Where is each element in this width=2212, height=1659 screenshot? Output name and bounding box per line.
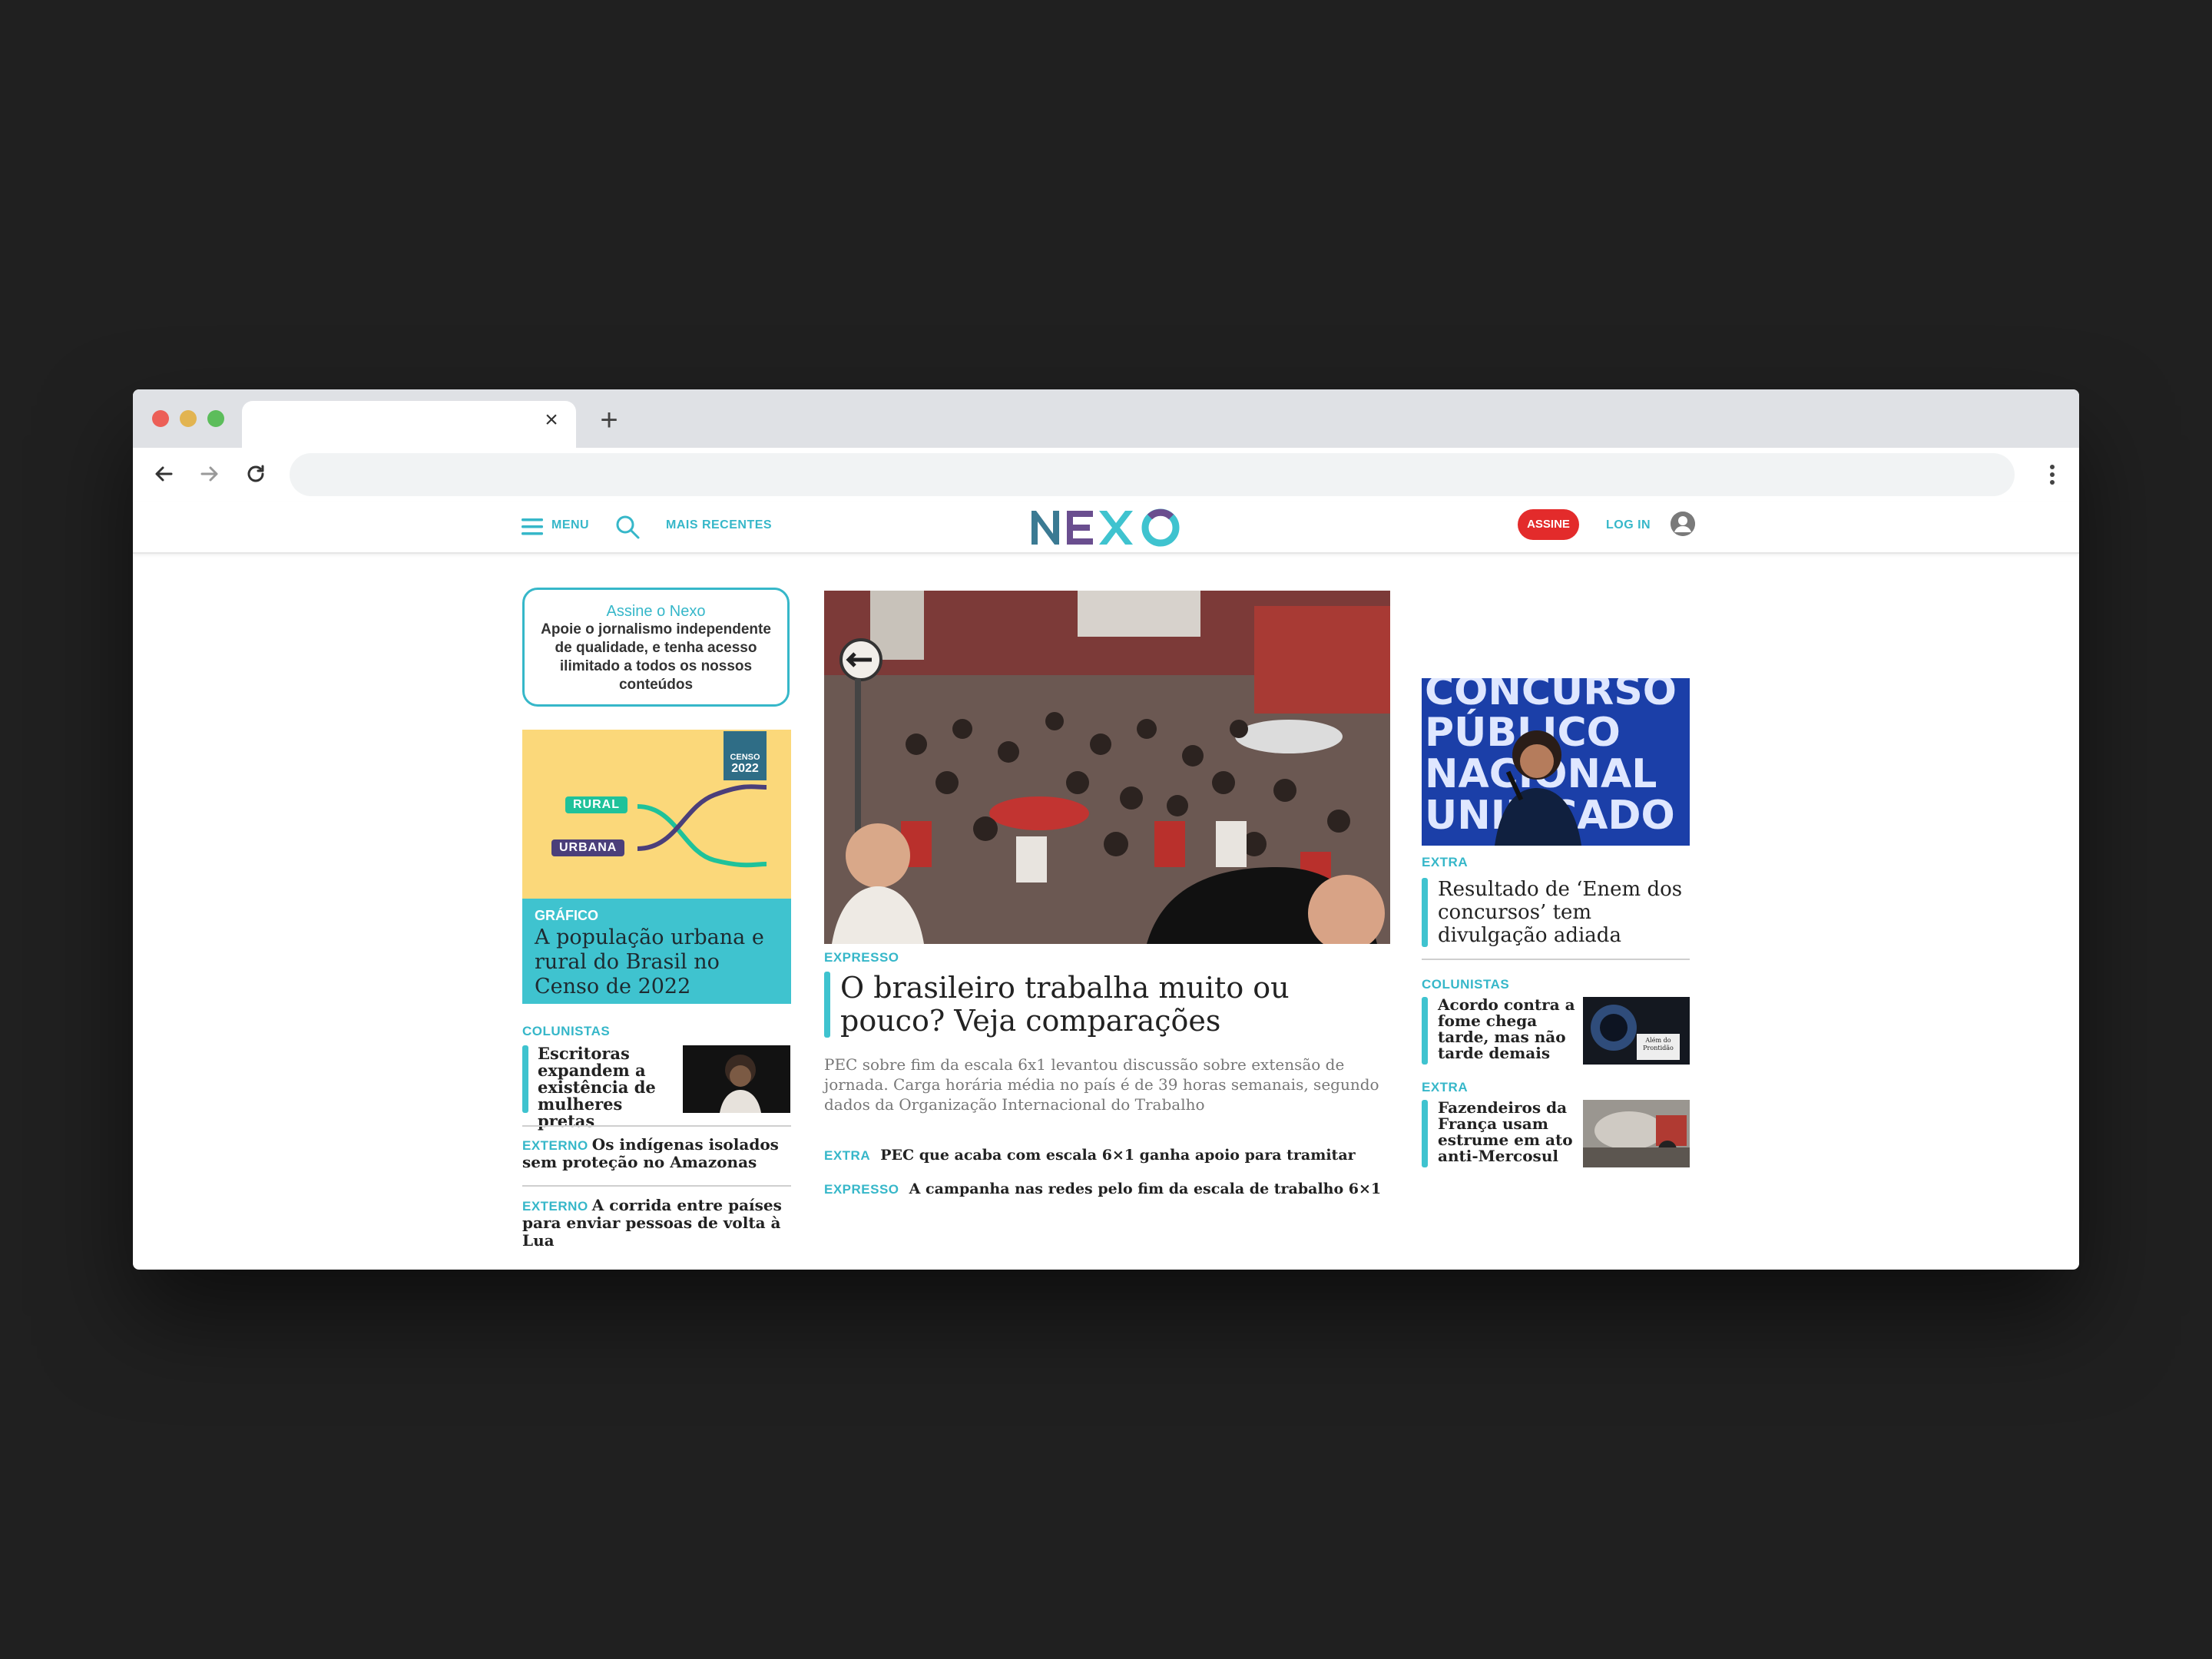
left-external-story-1[interactable]: EXTERNO Os indígenas isolados sem proteç… (522, 1136, 791, 1171)
hunger-photo-thumb[interactable]: Além do Prontidão (1583, 997, 1690, 1065)
lead-label[interactable]: EXPRESSO (824, 950, 899, 965)
tab-close-icon[interactable]: × (538, 407, 565, 433)
external-label: EXTERNO (522, 1138, 588, 1153)
external-label: EXTERNO (522, 1199, 588, 1214)
right-top-label[interactable]: EXTRA (1422, 855, 1468, 870)
nexo-logo[interactable] (1028, 506, 1187, 549)
accent-bar (1422, 1100, 1428, 1167)
related-headline[interactable]: A campanha nas redes pelo fim da escala … (909, 1181, 1382, 1197)
web-page: MENU MAIS RECENTES ASSINE LOG IN Assine … (133, 502, 2079, 1270)
left-columnists-label[interactable]: COLUNISTAS (522, 1024, 610, 1039)
related-story-2[interactable]: EXPRESSO A campanha nas redes pelo fim d… (824, 1181, 1390, 1197)
left-columnist-story[interactable]: Escritoras expandem a existência de mulh… (522, 1045, 684, 1130)
user-icon[interactable] (1671, 512, 1695, 536)
related-label: EXPRESSO (824, 1182, 899, 1197)
census-label: GRÁFICO (535, 908, 598, 923)
thumb-caption: Além do Prontidão (1643, 1037, 1674, 1051)
related-story-1[interactable]: EXTRA PEC que acaba com escala 6×1 ganha… (824, 1147, 1390, 1164)
lead-headline[interactable]: O brasileiro trabalha muito ou pouco? Ve… (840, 972, 1378, 1038)
hamburger-menu-icon[interactable] (522, 517, 543, 537)
census-card-text: GRÁFICO A população urbana e rural do Br… (522, 899, 791, 1004)
menu-link[interactable]: MENU (551, 518, 589, 532)
right-extra-story[interactable]: Fazendeiros da França usam estrume em at… (1422, 1100, 1583, 1167)
left-columnist-headline[interactable]: Escritoras expandem a existência de mulh… (538, 1045, 680, 1130)
browser-window: × + MENU MAIS RECENTES ASSINE LOG IN Ass… (133, 389, 2079, 1270)
census-story-card[interactable]: CENSO 2022 RURAL URBANA GRÁFICO A popula… (522, 730, 791, 1004)
reload-icon[interactable] (240, 459, 271, 489)
accent-bar (1422, 997, 1428, 1065)
subscribe-promo-box[interactable]: Assine o Nexo Apoie o jornalismo indepen… (522, 588, 790, 707)
right-extra-headline[interactable]: Fazendeiros da França usam estrume em at… (1438, 1100, 1584, 1164)
close-window-button[interactable] (152, 410, 169, 427)
accent-bar (824, 972, 830, 1038)
left-external-story-2[interactable]: EXTERNO A corrida entre países para envi… (522, 1197, 791, 1250)
forward-arrow-icon[interactable] (194, 459, 225, 489)
right-extra-label[interactable]: EXTRA (1422, 1080, 1468, 1095)
site-header: MENU MAIS RECENTES ASSINE LOG IN (133, 502, 2079, 554)
related-label: EXTRA (824, 1148, 871, 1163)
right-top-story[interactable]: Resultado de ‘Enem dos concursos’ tem di… (1422, 878, 1690, 947)
right-columnists-label[interactable]: COLUNISTAS (1422, 977, 1509, 992)
accent-bar (1422, 878, 1428, 947)
right-top-headline[interactable]: Resultado de ‘Enem dos concursos’ tem di… (1438, 878, 1684, 947)
lead-story-photo[interactable] (824, 591, 1390, 944)
back-arrow-icon[interactable] (148, 459, 179, 489)
census-badge-year: 2022 (731, 762, 759, 775)
rural-tag: RURAL (565, 796, 628, 813)
related-headline[interactable]: PEC que acaba com escala 6×1 ganha apoio… (880, 1147, 1355, 1164)
accent-bar (522, 1045, 528, 1113)
browser-tab[interactable]: × (242, 401, 576, 448)
concurso-photo[interactable]: CONCURSO PÚBLICO NACIONAL UNIFICADO (1422, 678, 1690, 846)
subscribe-button[interactable]: ASSINE (1518, 509, 1579, 540)
address-bar[interactable] (290, 453, 2015, 496)
urbana-tag: URBANA (551, 839, 625, 856)
login-link[interactable]: LOG IN (1606, 518, 1651, 532)
census-badge-label: CENSO (730, 753, 760, 762)
minimize-window-button[interactable] (180, 410, 197, 427)
subscribe-promo-title: Assine o Nexo (606, 603, 706, 620)
maximize-window-button[interactable] (207, 410, 224, 427)
lead-headline-block[interactable]: O brasileiro trabalha muito ou pouco? Ve… (824, 972, 1390, 1038)
census-headline[interactable]: A população urbana e rural do Brasil no … (535, 926, 779, 999)
columnist-portrait-thumb[interactable] (683, 1045, 790, 1113)
new-tab-button[interactable]: + (594, 403, 624, 438)
divider (522, 1185, 791, 1187)
recent-link[interactable]: MAIS RECENTES (666, 518, 772, 532)
census-graphic: CENSO 2022 RURAL URBANA (522, 730, 791, 899)
divider (522, 1125, 791, 1127)
farmers-photo-thumb[interactable] (1583, 1100, 1690, 1167)
subscribe-promo-text: Apoie o jornalismo independente de quali… (541, 621, 771, 693)
right-columnist-story[interactable]: Acordo contra a fome chega tarde, mas nã… (1422, 997, 1583, 1065)
divider (1422, 959, 1690, 960)
search-icon[interactable] (614, 514, 641, 540)
tab-bar: × + (133, 389, 2079, 448)
lead-summary: PEC sobre fim da escala 6x1 levantou dis… (824, 1055, 1379, 1114)
browser-toolbar (133, 448, 2079, 502)
right-columnist-headline[interactable]: Acordo contra a fome chega tarde, mas nã… (1438, 997, 1584, 1061)
browser-menu-icon[interactable] (2048, 463, 2056, 486)
